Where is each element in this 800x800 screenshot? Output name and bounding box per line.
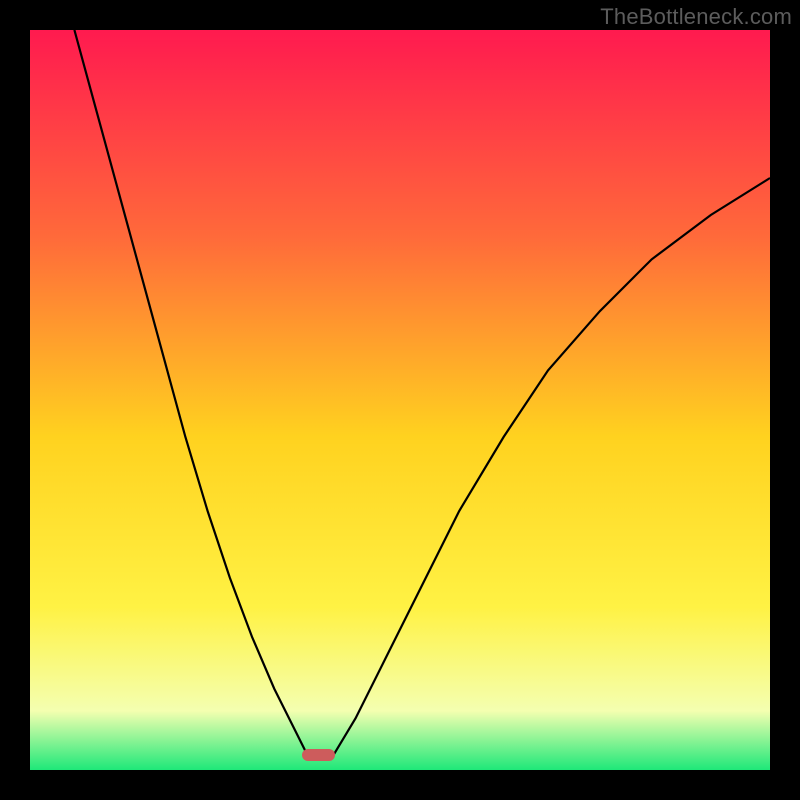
bottom-marker [302, 749, 335, 761]
left-branch-path [74, 30, 307, 755]
chart-frame [30, 30, 770, 770]
right-branch-path [333, 178, 770, 755]
watermark-text: TheBottleneck.com [600, 4, 792, 30]
curve-svg [30, 30, 770, 770]
